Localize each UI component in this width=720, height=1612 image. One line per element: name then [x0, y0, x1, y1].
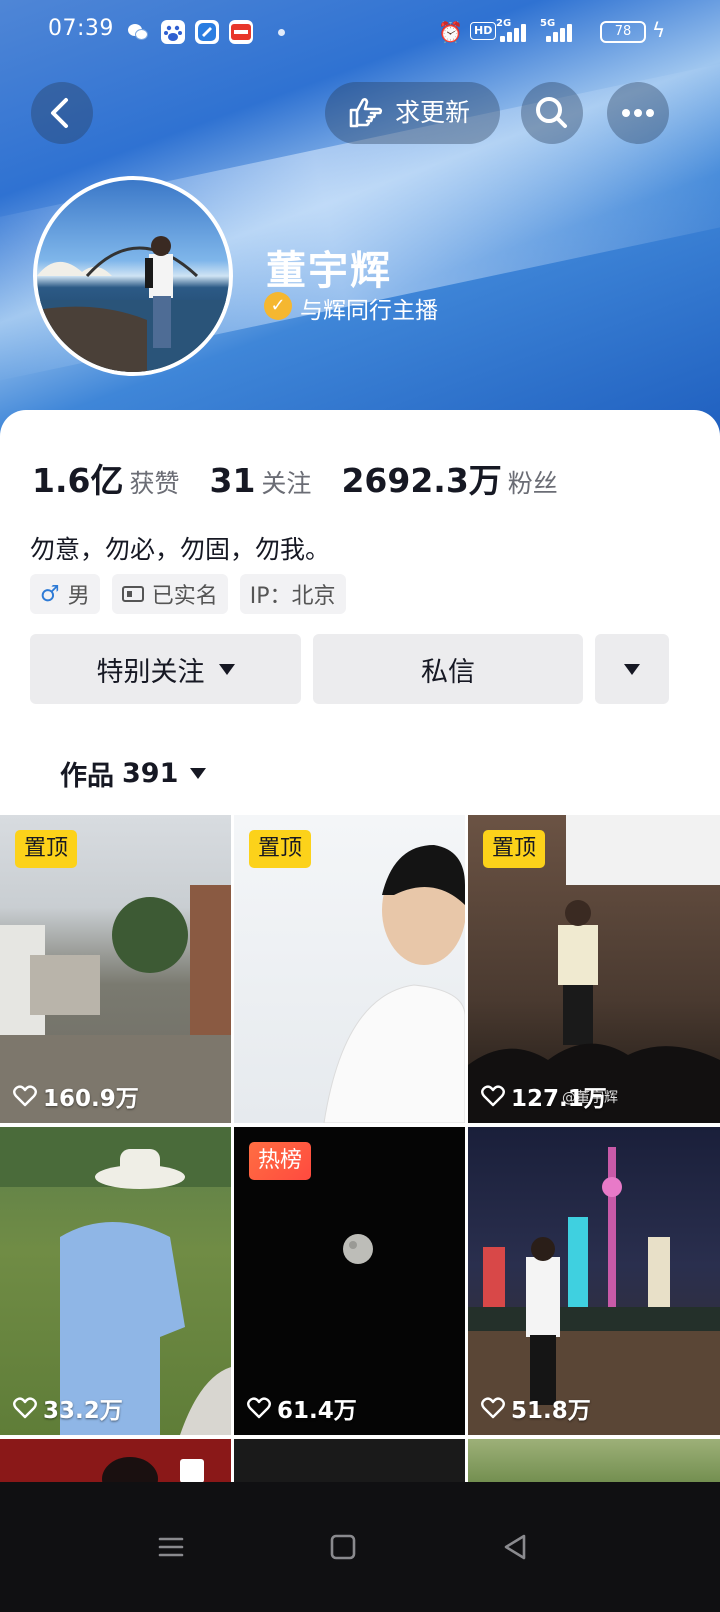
caret-down-icon [190, 768, 207, 779]
video-thumbnail[interactable]: 置顶 [234, 815, 465, 1123]
alarm-icon: ⏰ [438, 20, 463, 44]
heart-icon [13, 1397, 37, 1419]
caret-down-icon [624, 663, 640, 675]
system-nav-bar [0, 1482, 720, 1612]
heart-icon [481, 1397, 505, 1419]
video-likes: 51.8万 [481, 1391, 591, 1425]
video-image [0, 1127, 231, 1435]
battery-icon: 78 [600, 21, 646, 43]
back-button[interactable] [31, 82, 93, 144]
ip-label: IP：北京 [249, 584, 336, 609]
search-button[interactable] [521, 82, 583, 144]
pinned-badge: 置顶 [15, 830, 78, 868]
home-icon[interactable] [320, 1524, 366, 1570]
status-time: 07:39 [48, 16, 114, 41]
profile-stats: 1.6亿 获赞 31 关注 2692.3万 粉丝 [32, 454, 588, 502]
works-tab[interactable]: 作品 391 [60, 754, 207, 793]
heart-icon [13, 1085, 37, 1107]
chevron-left-icon [51, 98, 68, 128]
app-blue-icon [195, 20, 219, 44]
video-thumbnail[interactable]: 33.2万 [0, 1127, 231, 1435]
special-follow-label: 特别关注 [96, 656, 205, 688]
caret-down-icon [218, 663, 235, 675]
ip-tag: IP：北京 [239, 574, 346, 614]
status-bar: 07:39 ⏰ HD 2G 5G 78 ϟ [0, 0, 720, 64]
menu-icon[interactable] [148, 1524, 194, 1570]
works-count: 391 [122, 758, 179, 789]
more-button[interactable] [607, 82, 669, 144]
video-likes-count: 33.2万 [43, 1398, 123, 1424]
more-dots-icon [622, 109, 654, 117]
message-button[interactable]: 私信 [313, 634, 583, 704]
signal-bars-1-icon [500, 22, 530, 42]
hand-point-icon [349, 98, 383, 128]
hd-icon: HD [470, 22, 497, 40]
realname-label: 已实名 [151, 584, 218, 609]
followers-label[interactable]: 粉丝 [508, 464, 558, 500]
charging-icon: ϟ [652, 18, 666, 42]
video-likes-count: 61.4万 [277, 1398, 357, 1424]
wechat-icon [126, 20, 150, 44]
video-likes: 61.4万 [247, 1391, 357, 1425]
avatar[interactable] [33, 176, 233, 376]
video-thumbnail[interactable]: 置顶 160.9万 [0, 815, 231, 1123]
male-icon: ♂ [40, 581, 60, 607]
video-thumbnail[interactable]: 置顶 127.1万 @董宇辉 [468, 815, 720, 1123]
video-thumbnail[interactable]: 热榜 61.4万 [234, 1127, 465, 1435]
following-label[interactable]: 关注 [261, 464, 311, 500]
video-likes-count: 51.8万 [511, 1398, 591, 1424]
search-icon [536, 97, 567, 128]
video-image [468, 1147, 720, 1435]
back-triangle-icon[interactable] [492, 1524, 538, 1570]
likes-label[interactable]: 获赞 [129, 464, 179, 500]
pinned-badge: 置顶 [483, 830, 546, 868]
notification-dot [278, 29, 285, 36]
message-label: 私信 [421, 656, 475, 688]
profile-tags: ♂ 男 已实名 IP：北京 [30, 574, 346, 614]
profile-info-card: 1.6亿 获赞 31 关注 2692.3万 粉丝 勿意，勿必，勿固，勿我。 ♂ … [0, 410, 720, 812]
following-count[interactable]: 31 [209, 461, 255, 500]
video-likes-count: 160.9万 [43, 1086, 139, 1112]
verified-icon: ✓ [264, 292, 292, 320]
special-follow-button[interactable]: 特别关注 [30, 634, 301, 704]
verified-label: 与辉同行主播 [300, 298, 438, 324]
video-thumbnail[interactable]: 51.8万 [468, 1127, 720, 1435]
video-likes: 160.9万 [13, 1079, 139, 1113]
followers-count[interactable]: 2692.3万 [341, 454, 501, 502]
profile-bio: 勿意，勿必，勿固，勿我。 [30, 535, 331, 564]
works-label: 作品 [60, 761, 114, 792]
toutiao-icon [229, 20, 253, 44]
id-card-icon [121, 586, 144, 602]
heart-icon [481, 1085, 505, 1107]
pinned-badge: 置顶 [249, 830, 312, 868]
request-update-button[interactable]: 求更新 [325, 82, 500, 144]
heart-icon [247, 1397, 271, 1419]
signal-bars-2-icon [546, 22, 576, 42]
trending-badge: 热榜 [249, 1142, 312, 1180]
profile-name: 董宇辉 [266, 248, 392, 294]
profile-header: 07:39 ⏰ HD 2G 5G 78 ϟ 求更新 董宇辉 ✓ 与辉同行主播 [0, 0, 720, 440]
video-watermark: @董宇辉 [562, 1090, 618, 1106]
more-actions-button[interactable] [595, 634, 669, 704]
baidu-icon [161, 20, 185, 44]
gender-label: 男 [67, 584, 90, 609]
request-update-label: 求更新 [395, 98, 471, 127]
avatar-photo [37, 236, 229, 372]
gender-tag: ♂ 男 [30, 574, 100, 614]
video-likes: 33.2万 [13, 1391, 123, 1425]
likes-count[interactable]: 1.6亿 [32, 454, 123, 502]
realname-tag: 已实名 [111, 574, 228, 614]
